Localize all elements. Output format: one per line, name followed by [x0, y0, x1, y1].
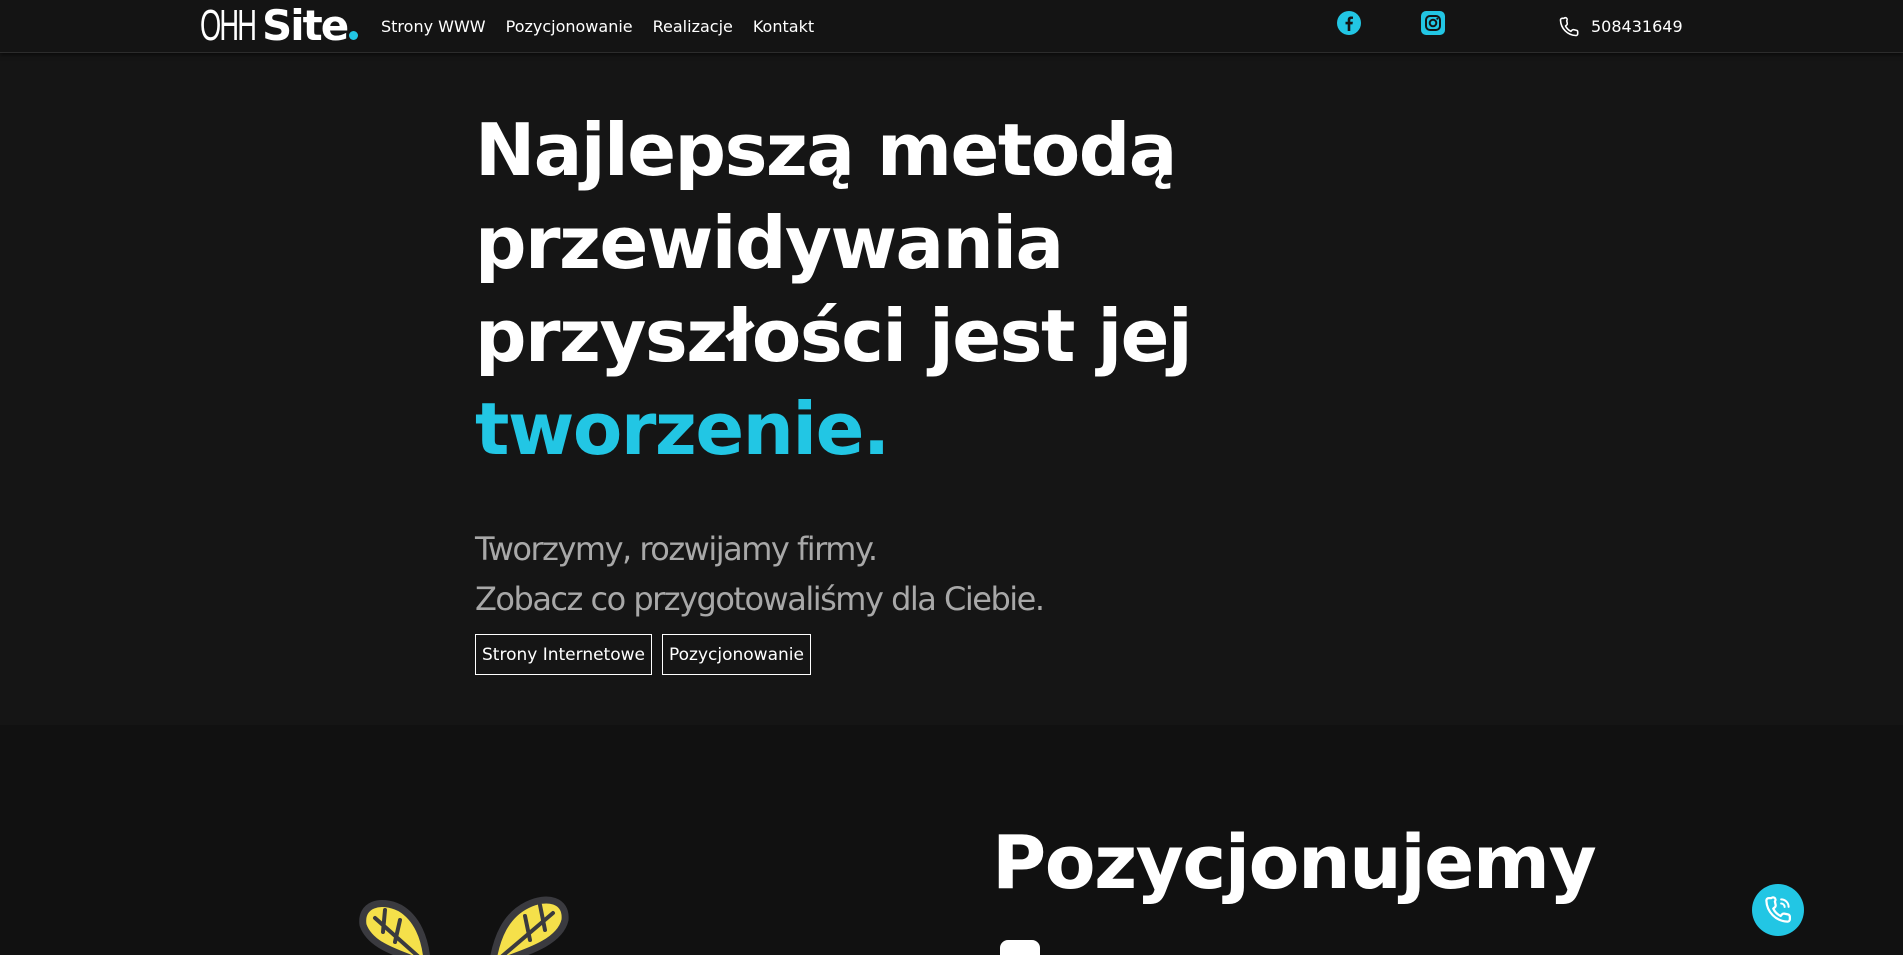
facebook-icon[interactable]: [1336, 10, 1362, 36]
phone-icon: [1559, 16, 1579, 36]
logo-text-ohh: OHH: [200, 1, 257, 50]
pozycjonowanie-button[interactable]: Pozycjonowanie: [661, 634, 811, 675]
hero-subtitle-line: Zobacz co przygotowaliśmy dla Ciebie.: [475, 580, 1045, 618]
hero-title: Najlepszą metodą przewidywania przyszłoś…: [475, 104, 1235, 476]
logo-text-site: Site: [262, 1, 349, 50]
hero-title-line: przyszłości jest jej: [475, 294, 1193, 378]
plant-illustration: [359, 896, 569, 955]
logo[interactable]: OHH Site: [200, 1, 359, 50]
section-title-continuation: [1000, 940, 1040, 955]
nav-item-strony-www[interactable]: Strony WWW: [381, 17, 486, 36]
header-phone-number: 508431649: [1591, 17, 1683, 36]
hero-title-accent: tworzenie.: [475, 387, 890, 471]
hero-subtitle: Tworzymy, rozwijamy firmy. Zobacz co prz…: [475, 524, 1045, 624]
section-title: Pozycjonujemy: [992, 820, 1597, 906]
seo-section: Pozycjonujemy: [0, 725, 1903, 955]
hero-subtitle-line: Tworzymy, rozwijamy firmy.: [475, 530, 878, 568]
phone-icon: [1765, 896, 1792, 923]
hero-title-line: Najlepszą metodą: [475, 108, 1177, 192]
nav-item-pozycjonowanie[interactable]: Pozycjonowanie: [506, 17, 633, 36]
header-phone-link[interactable]: 508431649: [1558, 0, 1683, 53]
strony-internetowe-button[interactable]: Strony Internetowe: [475, 634, 652, 675]
logo-dot: [349, 31, 359, 40]
hero-buttons: Strony Internetowe Pozycjonowanie: [475, 634, 821, 675]
site-header: OHH Site Strony WWW Pozycjonowanie Reali…: [0, 0, 1903, 53]
instagram-icon[interactable]: [1420, 10, 1446, 36]
hero-section: Najlepszą metodą przewidywania przyszłoś…: [0, 54, 1903, 725]
main-nav: Strony WWW Pozycjonowanie Realizacje Kon…: [381, 0, 834, 53]
nav-item-realizacje[interactable]: Realizacje: [653, 17, 733, 36]
nav-item-kontakt[interactable]: Kontakt: [753, 17, 814, 36]
call-floating-button[interactable]: [1752, 884, 1804, 936]
hero-title-line: przewidywania: [475, 201, 1064, 285]
